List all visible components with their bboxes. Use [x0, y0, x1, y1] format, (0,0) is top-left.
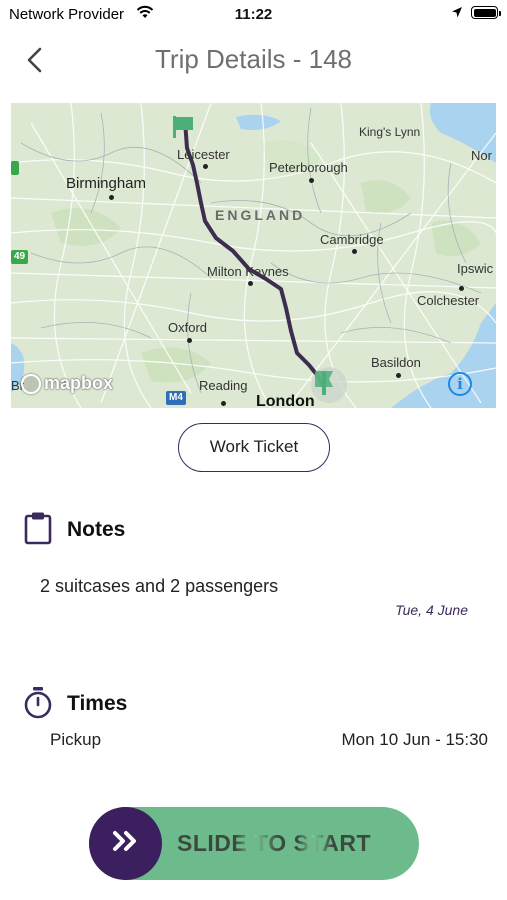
- slider-label: SLIDE TO START: [177, 807, 371, 880]
- double-chevron-right-icon: [112, 830, 140, 857]
- map-label-norwich: Nor: [471, 148, 492, 163]
- map-label-colchester: Colchester: [417, 293, 480, 308]
- stopwatch-icon: [23, 686, 53, 725]
- town-dot: [352, 249, 357, 254]
- notes-title: Notes: [67, 518, 126, 541]
- town-dot: [396, 373, 401, 378]
- route-map[interactable]: Leicester King's Lynn Nor Peterborough B…: [11, 103, 496, 408]
- location-arrow-icon: [451, 6, 463, 24]
- pickup-value: Mon 10 Jun - 15:30: [341, 730, 488, 749]
- map-label-peterborough: Peterborough: [269, 160, 348, 175]
- map-label-leicester: Leicester: [177, 147, 230, 162]
- town-dot: [221, 401, 226, 406]
- town-dot: [459, 286, 464, 291]
- status-bar: Network Provider 11:22: [0, 0, 507, 28]
- pickup-label: Pickup: [50, 730, 102, 749]
- notes-date: Tue, 4 June: [395, 602, 468, 618]
- map-label-birmingham: Birmingham: [66, 175, 147, 192]
- town-dot: [109, 195, 114, 200]
- battery-icon: [471, 6, 501, 19]
- map-background: [11, 103, 496, 408]
- road-shield-m4: M4: [166, 391, 186, 405]
- mapbox-wordmark: mapbox: [44, 373, 114, 393]
- town-dot: [203, 164, 208, 169]
- map-info-icon[interactable]: i: [448, 372, 472, 396]
- map-label-england: ENGLAND: [215, 207, 306, 223]
- map-label-basildon: Basildon: [371, 355, 421, 370]
- back-chevron-icon[interactable]: [22, 45, 48, 75]
- map-label-cambridge: Cambridge: [320, 232, 384, 247]
- map-label-oxford: Oxford: [168, 320, 208, 335]
- town-dot: [187, 338, 192, 343]
- map-label-milton-keynes: Milton Keynes: [207, 264, 289, 279]
- map-label-london: London: [256, 393, 315, 408]
- town-dot: [309, 178, 314, 183]
- work-ticket-button[interactable]: Work Ticket: [178, 423, 330, 472]
- mapbox-mark-icon: [21, 373, 41, 394]
- map-label-kings-lynn: King's Lynn: [359, 125, 421, 139]
- road-shield-a49: 49: [11, 250, 29, 264]
- mapbox-logo[interactable]: mapbox: [21, 373, 113, 394]
- notes-text: 2 suitcases and 2 passengers: [40, 576, 279, 596]
- status-clock: 11:22: [234, 6, 273, 23]
- slide-to-start-slider[interactable]: SLIDE TO START: [89, 807, 419, 880]
- page-title: Trip Details - 148: [155, 44, 352, 74]
- times-title: Times: [67, 692, 128, 715]
- slider-knob[interactable]: [89, 807, 162, 880]
- town-dot: [248, 281, 253, 286]
- map-label-ipswich: Ipswic: [457, 261, 494, 276]
- road-shield-green: [11, 161, 19, 175]
- clipboard-icon: [24, 511, 52, 550]
- map-label-reading: Reading: [199, 378, 248, 393]
